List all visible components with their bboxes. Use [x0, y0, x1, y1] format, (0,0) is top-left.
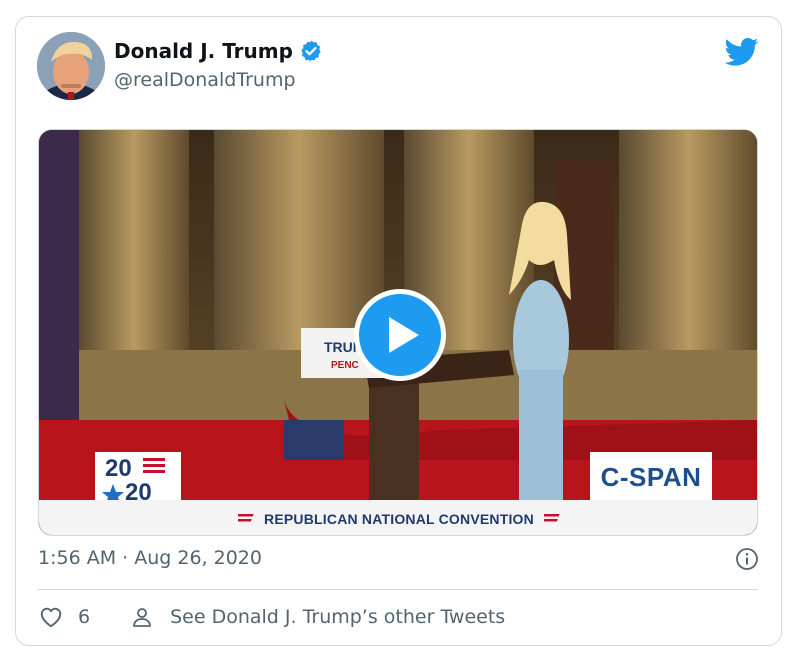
podium-sign-line2: PENC [331, 360, 359, 371]
network-name: C-SPAN [600, 461, 702, 492]
avatar[interactable] [37, 32, 105, 100]
flag-stripes-icon [238, 513, 254, 521]
logo-year-top: 20 [105, 455, 132, 482]
author-name-row[interactable]: Donald J. Trump [114, 39, 323, 63]
twitter-bird-icon[interactable] [725, 37, 759, 67]
chyron-banner: REPUBLICAN NATIONAL CONVENTION [39, 500, 757, 535]
cspan-logo: C-SPAN [590, 452, 712, 502]
person-icon[interactable] [130, 605, 154, 629]
tweet-actions: 6 See Donald J. Trump’s other Tweets [38, 602, 505, 632]
rnc-2020-logo: 20 20 [95, 452, 181, 506]
banner-text: REPUBLICAN NATIONAL CONVENTION [264, 510, 534, 527]
verified-badge-icon [301, 40, 321, 62]
play-icon [389, 317, 419, 353]
tweet-timestamp[interactable]: 1:56 AM · Aug 26, 2020 [38, 547, 262, 569]
author-handle[interactable]: @realDonaldTrump [114, 69, 296, 91]
flag-stripes-icon [543, 513, 560, 521]
like-count[interactable]: 6 [78, 606, 90, 628]
see-other-tweets-link[interactable]: See Donald J. Trump’s other Tweets [170, 606, 505, 628]
info-icon[interactable] [735, 547, 759, 571]
heart-icon[interactable] [38, 604, 64, 630]
tweet-card: Donald J. Trump @realDonaldTrump TRUM PE… [15, 16, 782, 646]
video-player[interactable]: TRUM PENC 20 20 C-SPAN REPUBLICAN NATION… [38, 129, 758, 536]
play-button[interactable] [354, 289, 446, 381]
divider [38, 589, 758, 590]
author-name[interactable]: Donald J. Trump [114, 39, 293, 63]
